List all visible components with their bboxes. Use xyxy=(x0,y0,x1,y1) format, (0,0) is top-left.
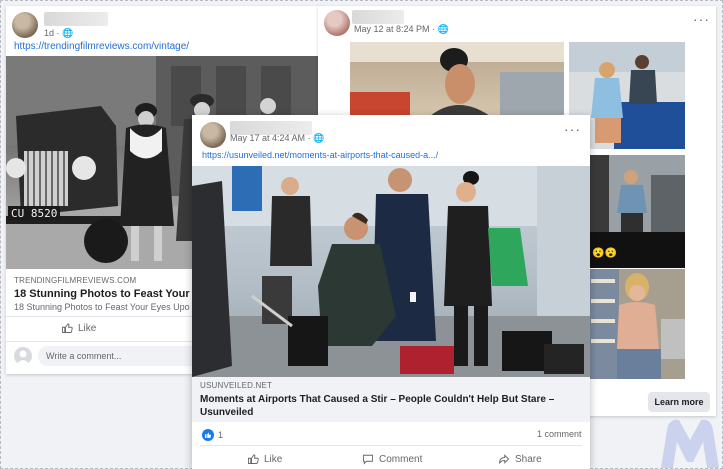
globe-icon: · 🌐 xyxy=(56,28,74,38)
right-post-avatar[interactable] xyxy=(324,10,350,36)
center-post-comment-count[interactable]: 1 comment xyxy=(537,429,582,439)
center-post-divider xyxy=(200,445,582,446)
like-icon xyxy=(62,323,73,333)
center-post-card: May 17 at 4:24 AM · 🌐 ··· https://usunve… xyxy=(192,115,590,469)
center-post-timestamp[interactable]: May 17 at 4:24 AM xyxy=(230,133,305,143)
center-post-link-domain: USUNVEILED.NET xyxy=(200,381,273,390)
left-post-comment-input[interactable]: Write a comment... xyxy=(38,346,218,366)
right-post-collage-tile-2[interactable] xyxy=(589,155,685,239)
center-post-share-button[interactable]: Share xyxy=(498,453,542,465)
collage-tile-3-drawing xyxy=(589,269,685,379)
center-post-avatar[interactable] xyxy=(200,122,226,148)
left-post-like-button[interactable]: Like xyxy=(61,322,96,334)
commenter-avatar[interactable] xyxy=(14,347,32,365)
right-post-collage-reaction-tile[interactable]: 😮😮 xyxy=(589,232,685,268)
right-post-more-options-icon[interactable]: ··· xyxy=(693,12,710,26)
globe-icon: · 🌐 xyxy=(432,24,449,34)
right-post-meta: May 12 at 8:24 PM · 🌐 xyxy=(354,24,449,35)
center-post-comment-button[interactable]: Comment xyxy=(362,453,422,465)
right-post-timestamp[interactable]: May 12 at 8:24 PM xyxy=(354,24,430,34)
license-plate: CU 8520 xyxy=(11,207,57,220)
left-post-avatar[interactable] xyxy=(12,12,38,38)
right-post-collage-main[interactable] xyxy=(350,42,564,116)
globe-icon: · 🌐 xyxy=(307,133,325,143)
reaction-count: 1 xyxy=(218,430,224,440)
center-post-airport-photo[interactable] xyxy=(192,166,590,377)
share-icon xyxy=(499,454,510,464)
collage-tile-reactions: 😮😮 xyxy=(592,248,617,259)
collage-tile-2-drawing xyxy=(589,155,685,239)
center-share-label: Share xyxy=(515,453,542,465)
left-post-url[interactable]: https://trendingfilmreviews.com/vintage/ xyxy=(14,41,189,52)
center-post-link-headline[interactable]: Moments at Airports That Caused a Stir –… xyxy=(200,393,580,419)
center-comment-label: Comment xyxy=(379,453,423,465)
right-post-author-name-blurred[interactable] xyxy=(352,10,404,24)
left-post-like-label: Like xyxy=(78,322,97,334)
center-post-url[interactable]: https://usunveiled.net/moments-at-airpor… xyxy=(202,150,438,160)
right-post-collage-tile-3[interactable] xyxy=(589,269,685,379)
left-post-link-headline[interactable]: 18 Stunning Photos to Feast Your Eyes xyxy=(14,288,218,301)
right-post-learn-more-button[interactable]: Learn more xyxy=(648,392,710,412)
center-post-link-preview[interactable]: USUNVEILED.NET Moments at Airports That … xyxy=(192,377,590,422)
center-post-reaction-summary[interactable]: 1 xyxy=(202,429,223,441)
left-post-link-subline: 18 Stunning Photos to Feast Your Eyes Up… xyxy=(14,302,190,312)
left-post-author-name-blurred[interactable] xyxy=(44,12,108,26)
learn-more-label: Learn more xyxy=(654,397,704,407)
center-post-like-button[interactable]: Like xyxy=(247,453,282,465)
user-silhouette-icon xyxy=(16,350,30,365)
left-post-link-domain: TRENDINGFILMREVIEWS.COM xyxy=(14,276,137,285)
collage-main-drawing xyxy=(350,42,564,116)
airport-photo-drawing xyxy=(192,166,590,377)
left-post-comment-placeholder: Write a comment... xyxy=(46,351,122,361)
center-post-more-options-icon[interactable]: ··· xyxy=(564,122,581,136)
comment-icon xyxy=(363,454,373,465)
left-post-timestamp[interactable]: 1d xyxy=(44,28,54,38)
like-icon xyxy=(248,454,259,464)
left-post-meta: 1d · 🌐 xyxy=(44,28,73,39)
center-like-label: Like xyxy=(264,453,283,465)
center-post-meta: May 17 at 4:24 AM · 🌐 xyxy=(230,133,324,144)
like-reaction-icon xyxy=(202,429,214,441)
malwarebytes-logo-icon xyxy=(661,419,719,468)
